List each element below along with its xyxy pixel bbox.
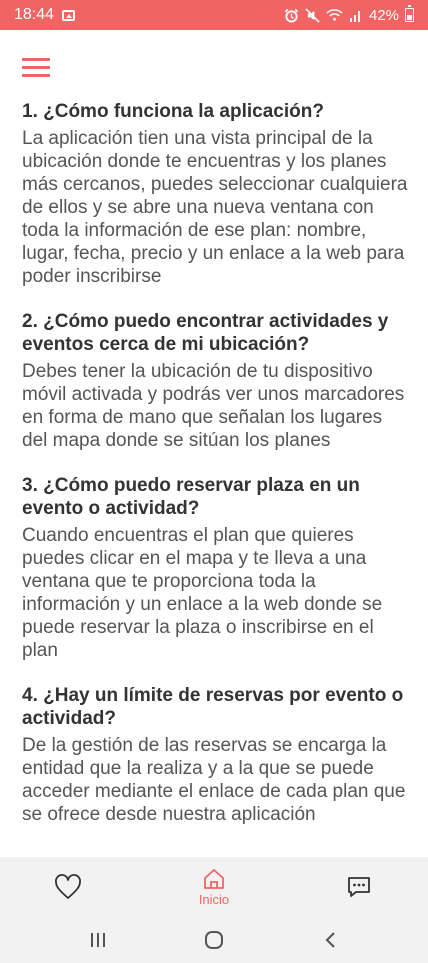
chat-icon (348, 877, 370, 897)
nav-favorites[interactable] (54, 874, 82, 900)
status-bar: 18:44 42% (0, 0, 428, 30)
faq-item: 4. ¿Hay un límite de reservas por evento… (22, 684, 412, 826)
faq-answer: Cuando encuentras el plan que quieres pu… (22, 525, 383, 661)
hamburger-menu-icon[interactable] (22, 58, 50, 80)
battery-icon (405, 5, 414, 22)
bottom-navigation: Inicio (0, 857, 428, 917)
heart-icon (55, 874, 81, 899)
back-button[interactable] (310, 925, 350, 955)
back-arrow-icon (325, 932, 335, 948)
nav-messages[interactable] (346, 875, 372, 899)
status-time: 18:44 (14, 6, 55, 23)
recent-apps-icon (91, 933, 105, 947)
wifi-icon (326, 9, 343, 21)
home-button[interactable] (194, 925, 234, 955)
signal-icon (349, 11, 360, 22)
faq-item: 3. ¿Cómo puedo reservar plaza en un even… (22, 474, 412, 662)
faq-item: 1. ¿Cómo funciona la aplicación? La apli… (22, 100, 412, 288)
home-circle-icon (205, 931, 223, 949)
faq-answer: Debes tener la ubicación de tu dispositi… (22, 361, 405, 451)
alarm-icon (284, 8, 299, 23)
image-icon (62, 9, 76, 21)
faq-question: 2. ¿Cómo puedo encontrar actividades y e… (22, 311, 389, 355)
faq-answer: De la gestión de las reservas se encarga… (22, 735, 406, 825)
faq-question: 3. ¿Cómo puedo reservar plaza en un even… (22, 475, 360, 519)
home-icon (204, 868, 224, 889)
faq-list: 1. ¿Cómo funciona la aplicación? La apli… (22, 100, 412, 856)
faq-item: 2. ¿Cómo puedo encontrar actividades y e… (22, 310, 412, 452)
faq-question: 1. ¿Cómo funciona la aplicación? (22, 101, 324, 122)
system-navigation-bar (0, 917, 428, 963)
faq-question: 4. ¿Hay un límite de reservas por evento… (22, 685, 404, 729)
nav-home-label: Inicio (198, 891, 230, 907)
battery-percent: 42% (368, 6, 399, 24)
mute-icon (305, 7, 320, 23)
faq-answer: La aplicación tien una vista principal d… (22, 128, 408, 287)
nav-home[interactable]: Inicio (199, 868, 229, 907)
recent-apps-button[interactable] (78, 925, 118, 955)
